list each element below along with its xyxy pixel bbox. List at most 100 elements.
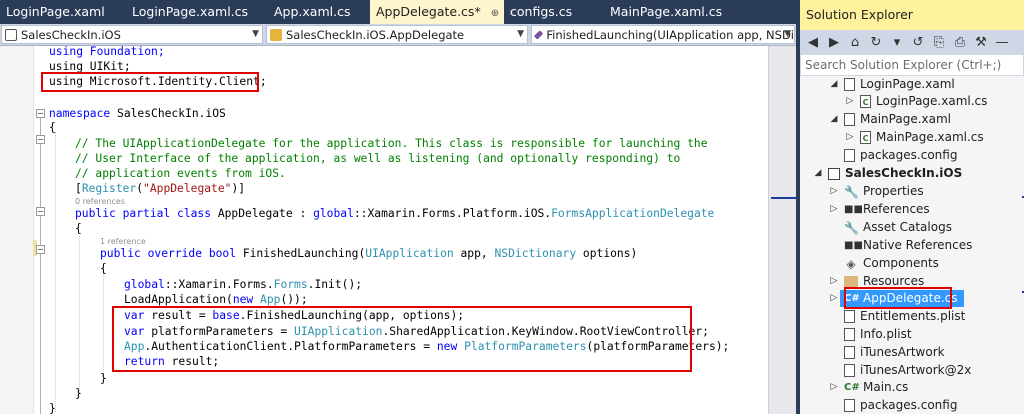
expand-icon[interactable]: ◢: [828, 76, 840, 93]
tab-configs-cs[interactable]: configs.cs: [504, 0, 604, 24]
history-icon[interactable]: ↻: [869, 35, 883, 50]
tab-label: AppDelegate.cs*: [376, 4, 481, 19]
namespace-keyword: namespace: [49, 107, 111, 120]
expand-icon[interactable]: ▷: [828, 201, 840, 218]
namespace-name: SalesCheckIn.iOS: [110, 107, 226, 120]
tree-item-native-references[interactable]: ■■ Native References: [828, 237, 972, 254]
folder-icon: [844, 276, 858, 287]
tree-item-label: SalesCheckIn.iOS: [845, 166, 963, 180]
tab-loginpage-xaml[interactable]: LoginPage.xaml: [0, 0, 126, 24]
tree-item-packages-config[interactable]: packages.config: [828, 147, 957, 164]
using-foundation: using Foundation;: [49, 46, 165, 58]
tree-item-packages-config-ios[interactable]: packages.config: [828, 397, 957, 414]
tree-item-mainpage-xaml-cs[interactable]: ▷ C MainPage.xaml.cs: [844, 129, 984, 146]
tree-item-project-ios[interactable]: ◢ SalesCheckIn.iOS: [812, 165, 963, 182]
tree-item-label: MainPage.xaml.cs: [876, 130, 984, 144]
comment-text: // User Interface of the application, as…: [75, 152, 681, 165]
refresh-icon[interactable]: ↺: [911, 35, 925, 50]
forward-icon[interactable]: ▶: [827, 35, 841, 50]
cs-file-icon: C: [860, 131, 871, 144]
collapse-comment-toggle[interactable]: −: [36, 135, 45, 144]
tree-item-label: LoginPage.xaml.cs: [876, 94, 988, 108]
xaml-file-icon: [844, 113, 855, 126]
tree-item-asset-catalogs[interactable]: 🔧 Asset Catalogs: [828, 219, 952, 236]
home-icon[interactable]: ⌂: [848, 35, 862, 50]
expand-icon[interactable]: ◢: [812, 165, 824, 182]
tree-item-entitlements-plist[interactable]: Entitlements.plist: [828, 308, 965, 325]
back-icon[interactable]: ◀: [806, 35, 820, 50]
member-dropdown[interactable]: FinishedLaunching(UIApplication app, NSD…: [531, 25, 795, 44]
collapse-namespace-toggle[interactable]: −: [36, 109, 45, 118]
tree-item-components[interactable]: ◈ Components: [828, 255, 939, 272]
method-call: LoadApplication(: [124, 293, 233, 306]
param-type: UIApplication: [365, 247, 454, 260]
tab-appdelegate-cs[interactable]: AppDelegate.cs* ⊕ ✕: [370, 0, 516, 24]
tree-item-label: Components: [863, 256, 939, 270]
expand-icon[interactable]: ◢: [828, 111, 840, 128]
expand-icon[interactable]: ▷: [844, 129, 856, 146]
tree-item-mainpage-xaml[interactable]: ◢ MainPage.xaml: [828, 111, 951, 128]
tree-item-label: Properties: [863, 184, 924, 198]
paren: ());: [280, 293, 308, 306]
indent-guide: [55, 132, 56, 412]
tab-loginpage-xaml-cs[interactable]: LoginPage.xaml.cs: [126, 0, 268, 24]
references-icon: ■■: [844, 239, 863, 251]
tree-item-loginpage-xaml[interactable]: ◢ LoginPage.xaml: [828, 76, 955, 93]
highlight-box-appdelegate: [844, 287, 952, 309]
references-icon: ■■: [844, 203, 863, 215]
title-text: Solution Explorer: [806, 7, 913, 22]
copy-icon[interactable]: ⎘: [932, 35, 946, 50]
global-keyword: global: [313, 207, 354, 220]
highlight-box-code-block: [112, 306, 692, 372]
comment-text: // application events from iOS.: [75, 167, 286, 180]
tree-item-label: iTunesArtwork: [860, 345, 945, 359]
tree-item-references[interactable]: ▷ ■■ References: [828, 201, 930, 218]
expand-icon[interactable]: ▷: [844, 93, 856, 110]
tab-mainpage-xaml-cs[interactable]: MainPage.xaml.cs: [604, 0, 754, 24]
code-editor[interactable]: − − − − using Foundation; using UIKit; u…: [0, 46, 768, 414]
paste-icon[interactable]: ⎙: [953, 35, 967, 50]
expand-icon[interactable]: ▷: [828, 183, 840, 200]
comment-line: // The UIApplicationDelegate for the app…: [75, 136, 708, 152]
tree-item-itunesartwork[interactable]: iTunesArtwork: [828, 344, 945, 361]
scroll-marker: [771, 197, 797, 199]
tree-item-properties[interactable]: ▷ 🔧 Properties: [828, 183, 924, 200]
tab-label: App.xaml.cs: [274, 4, 351, 19]
expand-icon[interactable]: ▷: [828, 290, 840, 307]
editor-scrollbar[interactable]: [768, 46, 797, 414]
project-dropdown[interactable]: SalesCheckIn.iOS ▼: [1, 25, 263, 44]
string-literal: "AppDelegate": [143, 182, 232, 195]
solution-explorer: Solution Explorer ◀ ▶ ⌂ ↻ ▾ ↺ ⎘ ⎙ ⚒ — Se…: [800, 0, 1024, 414]
collapse-icon[interactable]: —: [995, 35, 1009, 50]
tree-item-main-cs[interactable]: ▷ C# Main.cs: [828, 379, 909, 396]
pin-icon[interactable]: ⊕: [491, 8, 499, 19]
collapse-class-toggle[interactable]: −: [36, 207, 45, 216]
brace: {: [100, 262, 107, 275]
codelens-text: 0 references: [75, 197, 125, 206]
class-dropdown[interactable]: SalesCheckIn.iOS.AppDelegate ▼: [266, 25, 528, 44]
tree-item-info-plist[interactable]: Info.plist: [828, 326, 912, 343]
method-name: FinishedLaunching(: [236, 247, 366, 260]
properties-icon[interactable]: ⚒: [974, 35, 988, 50]
method-icon: [533, 29, 544, 40]
brace: }: [75, 387, 82, 400]
code-line: namespace SalesCheckIn.iOS: [49, 106, 226, 122]
tree-item-loginpage-xaml-cs[interactable]: ▷ C LoginPage.xaml.cs: [844, 93, 987, 110]
member-dropdown-value: FinishedLaunching(UIApplication app, NSD…: [546, 27, 794, 42]
class-name: AppDelegate :: [211, 207, 314, 220]
brace: {: [49, 121, 56, 134]
navigation-bar: SalesCheckIn.iOS ▼ SalesCheckIn.iOS.AppD…: [0, 24, 796, 46]
dropdown-icon[interactable]: ▾: [890, 35, 904, 50]
xaml-file-icon: [844, 78, 855, 91]
solution-explorer-search-input[interactable]: Search Solution Explorer (Ctrl+;): [800, 54, 1024, 76]
expand-icon[interactable]: ▷: [828, 273, 840, 290]
class-dropdown-value: SalesCheckIn.iOS.AppDelegate: [286, 27, 465, 42]
bracket: [: [75, 182, 82, 195]
project-icon: [828, 167, 840, 180]
chevron-down-icon: ▼: [517, 29, 524, 39]
collapse-method-toggle[interactable]: −: [36, 245, 45, 254]
tree-item-itunesartwork-2x[interactable]: iTunesArtwork@2x: [828, 362, 971, 379]
tree-item-label: iTunesArtwork@2x: [860, 363, 972, 377]
tab-app-xaml-cs[interactable]: App.xaml.cs: [268, 0, 370, 24]
expand-icon[interactable]: ▷: [828, 379, 840, 396]
